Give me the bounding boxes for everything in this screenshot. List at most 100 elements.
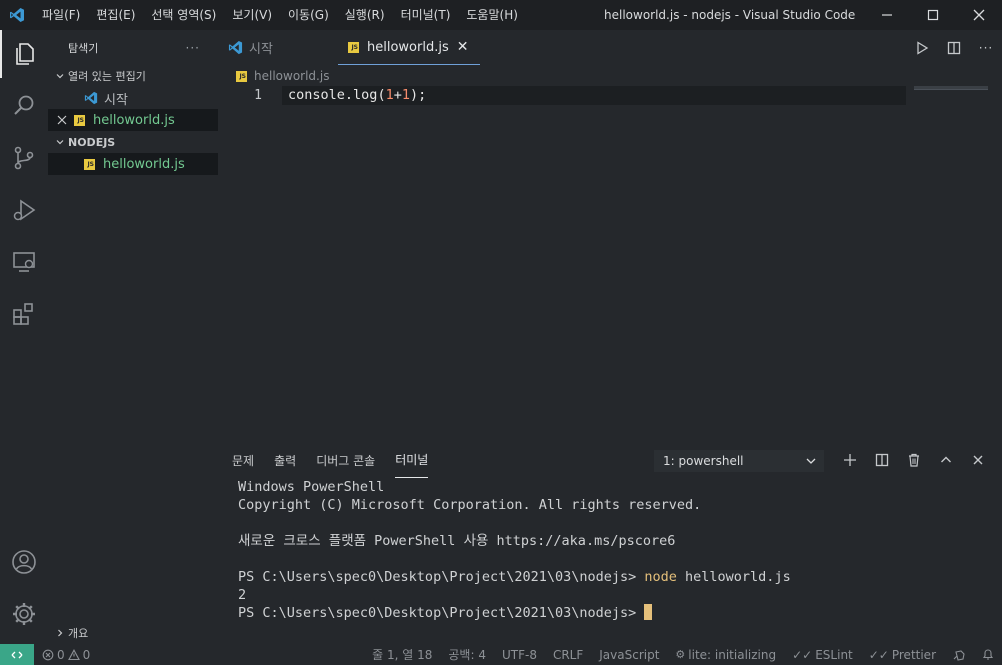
tab-problems[interactable]: 문제 — [232, 444, 254, 478]
code-text[interactable]: console.log(1+1); — [288, 86, 426, 105]
maximize-panel-button[interactable] — [930, 448, 962, 472]
file-item-helloworld[interactable]: JS helloworld.js — [48, 153, 218, 175]
close-editor-icon[interactable] — [48, 115, 74, 125]
tab-terminal[interactable]: 터미널 — [395, 444, 429, 478]
explorer-title: 탐색기 — [68, 41, 99, 55]
outline-section[interactable]: 개요 — [48, 622, 218, 644]
run-file-button[interactable] — [906, 30, 938, 65]
remote-indicator[interactable] — [0, 644, 34, 665]
encoding[interactable]: UTF-8 — [494, 648, 545, 662]
source-control-button[interactable] — [0, 134, 48, 182]
search-icon — [14, 95, 34, 115]
eslint-status[interactable]: ✓✓ ESLint — [784, 648, 861, 662]
run-debug-button[interactable] — [0, 186, 48, 234]
feedback-button[interactable] — [944, 649, 974, 661]
panel-tabs: 문제 출력 디버그 콘솔 터미널 — [232, 444, 448, 478]
manage-button[interactable] — [0, 590, 48, 638]
kill-terminal-button[interactable] — [898, 448, 930, 472]
vscode-logo-icon[interactable] — [0, 0, 34, 30]
debug-icon — [13, 199, 36, 221]
menu-selection[interactable]: 선택 영역(S) — [143, 0, 224, 30]
warning-icon — [67, 648, 80, 660]
tab-label: 시작 — [249, 42, 273, 57]
gear-icon — [13, 603, 35, 625]
js-file-icon: JS — [348, 41, 359, 53]
notifications-button[interactable] — [974, 648, 1002, 661]
more-actions-button[interactable]: ··· — [186, 41, 200, 55]
cursor-position[interactable]: 줄 1, 열 18 — [364, 646, 440, 663]
more-editor-actions-button[interactable]: ··· — [970, 30, 1002, 65]
tab-start[interactable]: 시작 — [218, 30, 338, 65]
breadcrumb[interactable]: JS helloworld.js — [236, 67, 329, 85]
vscode-icon — [84, 91, 98, 105]
prettier-status[interactable]: ✓✓ Prettier — [861, 648, 944, 662]
language-mode[interactable]: JavaScript — [591, 648, 667, 662]
code-editor[interactable]: 1 console.log(1+1); — [218, 86, 1002, 436]
remote-explorer-button[interactable] — [0, 238, 48, 286]
terminal-output[interactable]: Windows PowerShell Copyright (C) Microso… — [238, 478, 791, 622]
title-bar: 파일(F) 편집(E) 선택 영역(S) 보기(V) 이동(G) 실행(R) 터… — [0, 0, 1002, 30]
split-terminal-button[interactable] — [866, 448, 898, 472]
menu-edit[interactable]: 편집(E) — [88, 0, 143, 30]
source-control-icon — [14, 146, 34, 170]
status-right: 줄 1, 열 18 공백: 4 UTF-8 CRLF JavaScript ⚙ l… — [364, 644, 1002, 665]
menu-help[interactable]: 도움말(H) — [458, 0, 526, 30]
terminal-cursor — [644, 604, 653, 620]
vscode-icon — [228, 40, 243, 55]
close-icon — [973, 455, 983, 465]
terminal-line: Windows PowerShell — [238, 479, 385, 495]
terminal-prompt: PS C:\Users\spec0\Desktop\Project\2021\0… — [238, 569, 645, 585]
search-button[interactable] — [0, 82, 48, 130]
breadcrumb-file[interactable]: helloworld.js — [254, 69, 329, 83]
close-tab-icon[interactable]: ✕ — [457, 39, 469, 55]
split-editor-button[interactable] — [938, 30, 970, 65]
maximize-icon — [927, 9, 939, 21]
maximize-button[interactable] — [910, 0, 956, 30]
problems-indicator[interactable]: 0 0 — [42, 648, 90, 662]
outline-label: 개요 — [68, 627, 89, 640]
new-terminal-button[interactable] — [834, 448, 866, 472]
js-file-icon: JS — [236, 70, 247, 82]
tab-helloworld[interactable]: JS helloworld.js ✕ — [338, 30, 481, 65]
bell-icon — [982, 649, 994, 660]
folder-label: NODEJS — [68, 135, 116, 149]
terminal-command-arg: helloworld.js — [676, 569, 791, 585]
split-terminal-icon — [875, 453, 889, 467]
editor-actions: ··· — [906, 30, 1002, 65]
menu-view[interactable]: 보기(V) — [224, 0, 280, 30]
explorer-header: 탐색기 ··· — [48, 30, 218, 65]
open-editors-section[interactable]: 열려 있는 편집기 — [48, 65, 218, 87]
remote-explorer-icon — [13, 252, 35, 272]
play-icon — [917, 40, 929, 55]
menu-run[interactable]: 실행(R) — [337, 0, 393, 30]
open-editor-label: helloworld.js — [93, 112, 175, 128]
minimap-slider — [914, 89, 988, 90]
menu-terminal[interactable]: 터미널(T) — [393, 0, 459, 30]
open-editor-item-start[interactable]: 시작 — [48, 87, 218, 109]
close-panel-button[interactable] — [962, 448, 994, 472]
status-bar: 0 0 줄 1, 열 18 공백: 4 UTF-8 CRLF JavaScrip… — [0, 644, 1002, 665]
tab-debug-console[interactable]: 디버그 콘솔 — [316, 444, 375, 478]
tslint-status[interactable]: ⚙ lite: initializing — [667, 648, 784, 662]
split-editor-icon — [947, 41, 961, 54]
folder-section-nodejs[interactable]: NODEJS — [48, 131, 218, 153]
end-of-line[interactable]: CRLF — [545, 648, 591, 662]
close-window-button[interactable] — [956, 0, 1002, 30]
js-file-icon: JS — [84, 158, 95, 170]
explorer-button[interactable] — [0, 30, 48, 78]
terminal-prompt: PS C:\Users\spec0\Desktop\Project\2021\0… — [238, 605, 645, 621]
accounts-button[interactable] — [0, 538, 48, 586]
close-icon — [973, 9, 985, 21]
chevron-up-icon — [941, 456, 951, 463]
account-icon — [12, 550, 36, 574]
open-editor-item-helloworld[interactable]: JS helloworld.js — [48, 109, 218, 131]
terminal-output-value: 2 — [238, 587, 247, 603]
menu-go[interactable]: 이동(G) — [280, 0, 337, 30]
open-editors-label: 열려 있는 편집기 — [68, 70, 146, 83]
minimize-button[interactable] — [864, 0, 910, 30]
extensions-button[interactable] — [0, 290, 48, 338]
indentation[interactable]: 공백: 4 — [440, 646, 494, 663]
tab-output[interactable]: 출력 — [274, 444, 296, 478]
menu-file[interactable]: 파일(F) — [34, 0, 88, 30]
terminal-select[interactable]: 1: powershell — [654, 450, 824, 472]
